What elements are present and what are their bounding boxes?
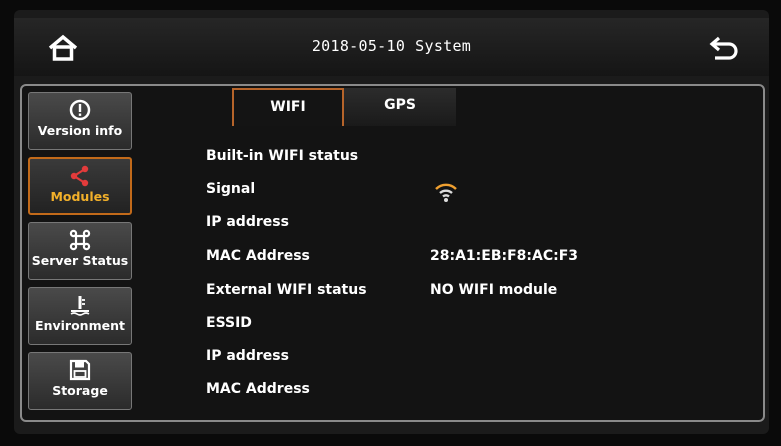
sidebar-item-label: Storage [52,383,108,398]
share-icon [70,165,89,187]
label-signal: Signal [206,181,256,197]
value-external-wifi-status: NO WIFI module [430,282,558,298]
wifi-signal-icon [435,183,457,202]
sidebar-item-label: Environment [35,318,125,333]
sidebar-item-storage[interactable]: Storage [28,352,132,410]
sidebar-item-version-info[interactable]: Version info [28,92,132,150]
label-builtin-wifi-status: Built-in WIFI status [206,148,359,164]
tab-wifi[interactable]: WIFI [232,88,344,126]
sidebar-item-label: Version info [37,123,123,138]
sidebar-item-modules[interactable]: Modules [28,157,132,215]
label-ip-address: IP address [206,214,289,230]
page-title: 2018-05-10 System [14,37,769,55]
sidebar-item-label: Modules [50,189,110,204]
back-arrow-icon [709,36,738,60]
command-icon [69,229,91,251]
label-essid: ESSID [206,315,252,331]
modules-panel: Version info Modules Server Status Envir… [20,84,765,422]
screen: 2018-05-10 System Version info Modules S… [14,10,769,434]
label-external-wifi-status: External WIFI status [206,282,367,298]
back-button[interactable] [707,34,741,62]
tab-gps[interactable]: GPS [344,88,456,126]
header-title: System [415,37,472,55]
top-bar: 2018-05-10 System [14,18,769,76]
floppy-disk-icon [69,359,91,381]
sidebar-item-label: Server Status [31,253,129,268]
label-mac-address-external: MAC Address [206,381,310,397]
sidebar-item-server-status[interactable]: Server Status [28,222,132,280]
label-ip-address-external: IP address [206,348,289,364]
header-date: 2018-05-10 [311,37,406,55]
info-circle-icon [69,99,91,121]
value-mac-address: 28:A1:EB:F8:AC:F3 [430,248,579,264]
label-mac-address: MAC Address [206,248,310,264]
sidebar-item-environment[interactable]: Environment [28,287,132,345]
thermometer-icon [70,296,90,316]
